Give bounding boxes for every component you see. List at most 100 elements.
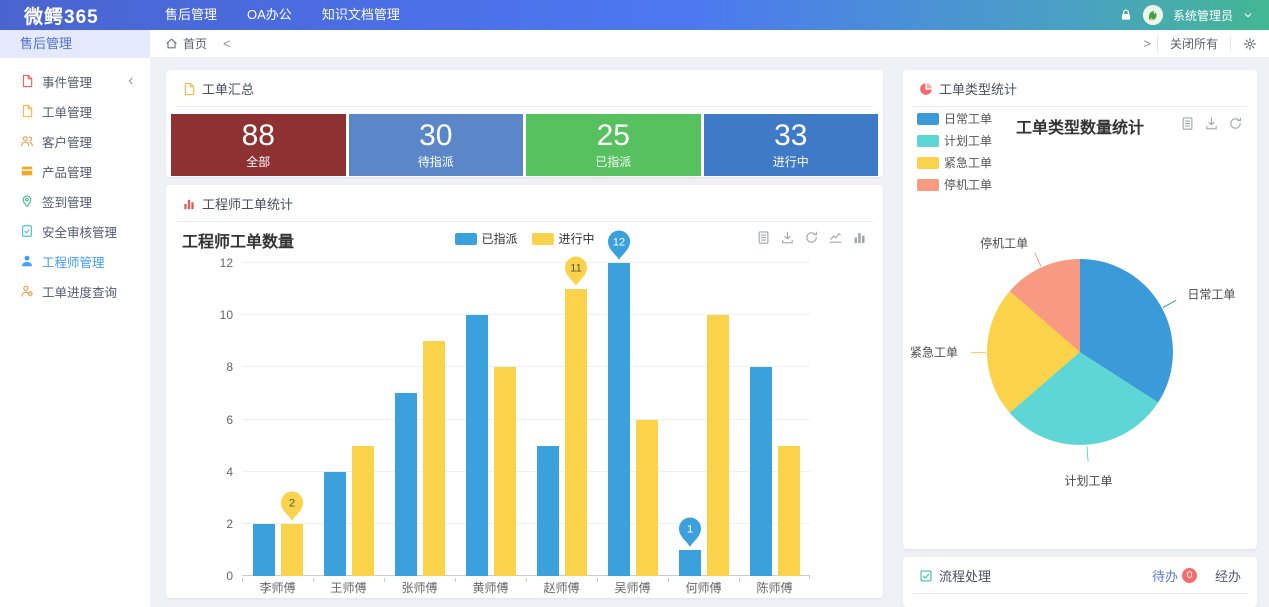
engineer-card-title: 工程师工单统计 [202,197,294,212]
bar-已指派-吴师傅[interactable] [607,263,630,576]
home-icon [165,37,178,50]
bar-进行中-何师傅[interactable] [706,315,729,576]
todo-count-badge: 0 [1181,568,1197,583]
sidebar-item-客户管理[interactable]: 客户管理 [0,126,150,156]
bar-chart-legend: 已指派 进行中 [454,230,595,247]
bar-chart-title: 工程师工单数量 [182,234,295,251]
chevron-down-icon[interactable] [1243,10,1253,20]
pie-slice-label: 紧急工单 [909,345,958,360]
sidebar-item-label: 客户管理 [42,135,93,150]
bar-已指派-赵师傅[interactable] [536,445,559,576]
stat-box-已指派[interactable]: 25 已指派 [526,114,701,176]
x-axis-label: 陈师傅 [739,578,810,596]
legend-item-已指派[interactable]: 已指派 [454,230,518,247]
sidebar-item-产品管理[interactable]: 产品管理 [0,156,150,186]
bar-group-陈师傅 [739,263,810,576]
work-order-summary-card: 工单汇总 88 全部 30 待指派 25 已指派 33 进行中 [166,70,883,177]
bar-进行中-黄师傅[interactable] [493,367,516,576]
legend-item-进行中[interactable]: 进行中 [531,230,595,247]
pie-label-line [1034,253,1042,268]
sidebar-item-label: 工单进度查询 [42,285,118,300]
product-icon [20,164,34,178]
avatar[interactable] [1142,5,1163,25]
topbar-right: 系统管理员 [1119,5,1269,25]
data-view-icon[interactable] [756,230,771,245]
stat-label: 进行中 [772,155,809,170]
bar-进行中-陈师傅[interactable] [777,445,800,576]
file-icon [182,82,196,96]
legend-swatch [531,232,554,245]
summary-stats: 88 全部 30 待指派 25 已指派 33 进行中 [166,107,883,176]
process-card: 流程处理 待办 0 经办 [903,557,1257,607]
refresh-icon[interactable] [804,230,819,245]
progress-icon [20,284,34,298]
pie-chart[interactable] [987,259,1173,445]
tab-done[interactable]: 经办 [1215,566,1241,585]
bar-进行中-李师傅[interactable] [280,523,303,576]
bar-进行中-王师傅[interactable] [351,445,374,576]
user-name[interactable]: 系统管理员 [1173,7,1233,24]
bar-进行中-吴师傅[interactable] [635,419,658,576]
sidebar-menu: 事件管理工单管理客户管理产品管理签到管理 安全审核管理 工程师管理工单进度查询 [0,58,150,306]
bar-已指派-何师傅[interactable] [678,549,701,576]
pie-slice-label: 日常工单 [1187,287,1236,302]
tags-bar: 首页 < > 关闭所有 [150,30,1269,58]
bar-已指派-王师傅[interactable] [323,471,346,576]
check-square-icon [919,569,933,583]
top-menu-item[interactable]: 知识文档管理 [307,0,415,30]
process-card-title: 流程处理 [939,569,992,584]
top-menu-item[interactable]: OA办公 [232,0,307,30]
bar-chart-toolbox [756,230,867,245]
summary-card-title: 工单汇总 [202,82,255,97]
tabs-scroll-left-button[interactable]: < [217,36,237,51]
sidebar-item-签到管理[interactable]: 签到管理 [0,186,150,216]
x-axis-label: 黄师傅 [455,578,526,596]
sidebar-item-工单进度查询[interactable]: 工单进度查询 [0,276,150,306]
x-axis-label: 何师傅 [668,578,739,596]
y-axis-tick-label: 12 [219,256,233,270]
checkin-icon [20,194,34,208]
bar-已指派-张师傅[interactable] [394,393,417,576]
bar-chart-icon[interactable] [852,230,867,245]
legend-swatch [454,232,477,245]
stat-box-全部[interactable]: 88 全部 [171,114,346,176]
close-all-button[interactable]: 关闭所有 [1156,35,1230,52]
bar-已指派-李师傅[interactable] [252,523,275,576]
topbar: 微鳄365 售后管理 OA办公 知识文档管理 系统管理员 [0,0,1269,30]
line-chart-icon[interactable] [828,230,843,245]
stat-box-待指派[interactable]: 30 待指派 [348,114,523,176]
sidebar-item-工程师管理[interactable]: 工程师管理 [0,246,150,276]
bar-xaxis-labels: 李师傅 王师傅 张师傅 黄师傅 赵师傅 吴师傅 何师傅 陈师傅 [242,575,810,596]
file-icon [20,74,34,88]
x-axis-label: 王师傅 [313,578,384,596]
gear-icon[interactable] [1230,36,1257,51]
top-menu-item[interactable]: 售后管理 [150,0,232,30]
tab-home-label: 首页 [183,37,208,51]
bar-group-何师傅 [668,263,739,576]
sidebar-item-安全审核管理[interactable]: 安全审核管理 [0,216,150,246]
tabs-scroll-right-button[interactable]: > [1137,36,1157,51]
tab-home[interactable]: 首页 [165,35,207,52]
bar-已指派-黄师傅[interactable] [465,315,488,576]
audit-icon [20,224,34,238]
x-axis-label: 吴师傅 [597,578,668,596]
stat-label: 已指派 [595,155,632,170]
lock-icon[interactable] [1119,8,1133,22]
bar-进行中-赵师傅[interactable] [564,289,587,576]
sidebar-item-label: 工单管理 [42,105,93,120]
todo-label: 待办 [1151,569,1178,584]
tab-todo[interactable]: 待办 0 [1152,566,1197,585]
bar-plot: 0 2 4 6 8 10 12 12 1 11 2 [220,230,810,583]
sidebar-item-工单管理[interactable]: 工单管理 [0,96,150,126]
stat-box-进行中[interactable]: 33 进行中 [703,114,878,176]
engineer-icon [20,254,34,268]
y-axis-tick-label: 10 [219,308,233,323]
stat-value: 33 [774,118,808,152]
bar-已指派-陈师傅[interactable] [749,367,772,576]
sidebar-item-事件管理[interactable]: 事件管理 [0,66,150,96]
x-axis-label: 张师傅 [384,578,455,596]
bar-group-黄师傅 [455,263,526,576]
sidebar-item-label: 产品管理 [42,165,93,180]
bar-进行中-张师傅[interactable] [422,341,445,576]
download-icon[interactable] [780,230,795,245]
